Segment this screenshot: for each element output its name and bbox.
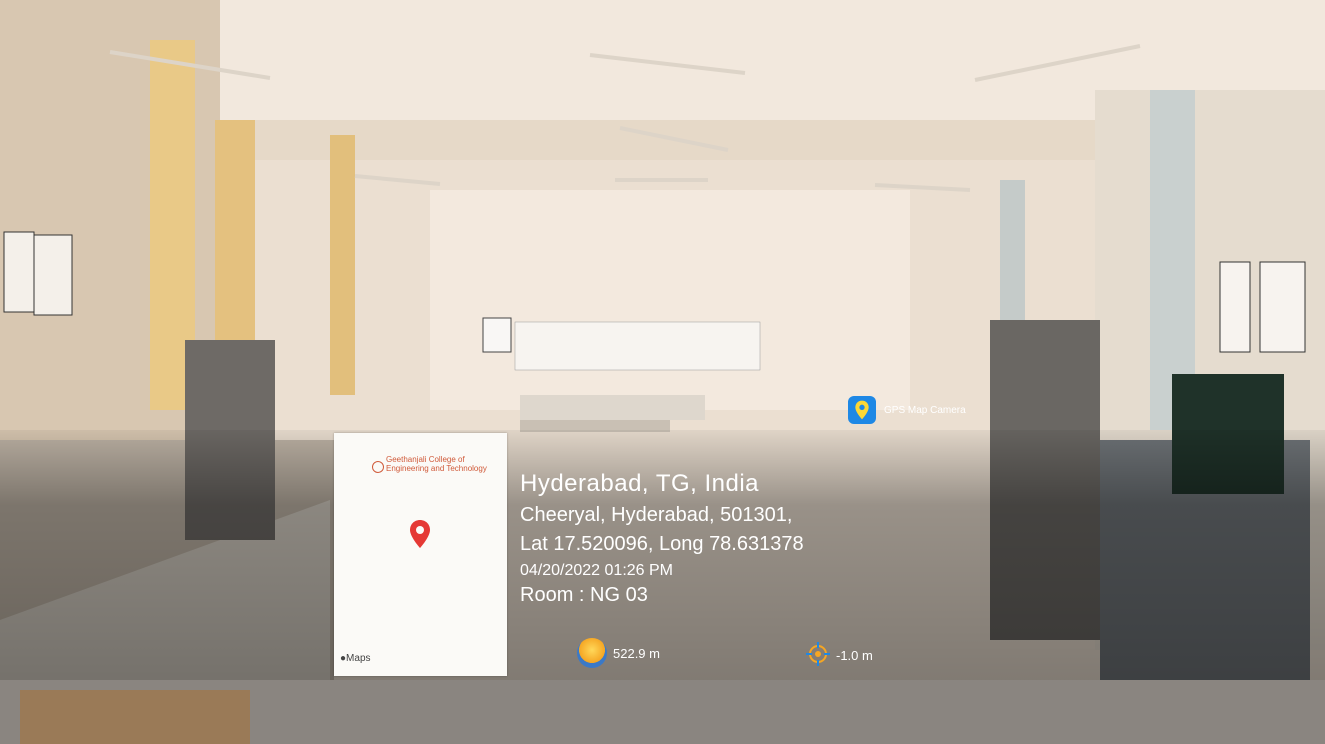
accuracy-metric: -1.0 m	[806, 642, 873, 669]
location-datetime: 04/20/2022 01:26 PM	[520, 562, 674, 579]
gps-map-camera-badge: GPS Map Camera	[848, 396, 966, 424]
map-pin-icon	[409, 519, 431, 554]
accuracy-value: -1.0 m	[836, 648, 873, 663]
app-name: GPS Map Camera	[884, 404, 966, 416]
crosshair-icon	[806, 642, 830, 669]
location-address: Cheeryal, Hyderabad, 501301,	[520, 504, 793, 526]
college-name: Geethanjali College of Engineering and T…	[386, 455, 487, 474]
altitude-icon	[577, 638, 607, 668]
location-info: Hyderabad, TG, India Cheeryal, Hyderabad…	[520, 470, 804, 607]
location-coordinates: Lat 17.520096, Long 78.631378	[520, 533, 804, 555]
altitude-metric: 522.9 m	[577, 638, 660, 668]
location-room: Room : NG 03	[520, 584, 648, 606]
college-logo-icon	[372, 461, 384, 473]
maps-provider-text: Maps	[346, 653, 371, 664]
altitude-value: 522.9 m	[613, 645, 660, 661]
location-city: Hyderabad, TG, India	[520, 470, 760, 497]
map-thumbnail[interactable]: Geethanjali College of Engineering and T…	[334, 433, 507, 676]
map-pin-icon	[848, 396, 876, 424]
maps-provider-label: ●Maps	[340, 653, 371, 664]
